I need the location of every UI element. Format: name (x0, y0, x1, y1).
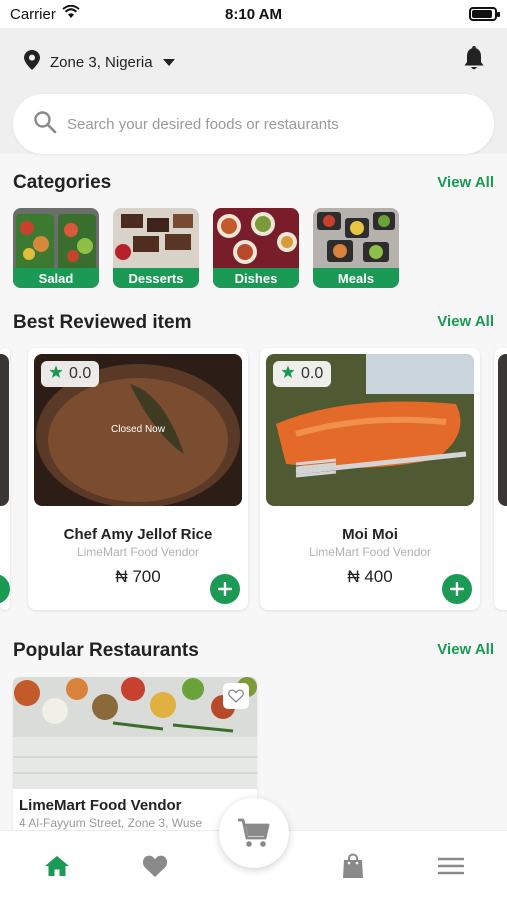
star-icon (49, 365, 63, 384)
item-vendor: LimeMart Food Vendor (76, 545, 200, 559)
plus-icon (218, 582, 232, 596)
status-left: Carrier (10, 4, 80, 23)
item-name: Chef Amy Jellof Rice (63, 526, 213, 543)
best-reviewed-title: Best Reviewed item (13, 312, 192, 333)
best-reviewed-view-all-link[interactable]: View All (437, 313, 494, 330)
cart-icon (238, 818, 270, 847)
search-bar[interactable]: Search your desired foods or restaurants (13, 94, 494, 154)
category-label: Dishes (213, 268, 299, 288)
search-icon (33, 110, 57, 139)
rating-badge: 0.0 (273, 361, 332, 387)
wifi-icon (62, 4, 80, 23)
nav-orders[interactable] (333, 851, 373, 881)
search-input[interactable]: Search your desired foods or restaurants (67, 116, 339, 133)
bag-icon (343, 853, 363, 878)
rating-value: 0.0 (69, 365, 92, 382)
restaurant-card[interactable]: LimeMart Food Vendor 4 Al-Fayyum Street,… (13, 677, 257, 837)
categories-title: Categories (13, 172, 112, 193)
plus-icon (450, 582, 464, 596)
header: Zone 3, Nigeria Search your desired food… (0, 28, 507, 154)
rating-badge: 0.0 (41, 361, 100, 387)
location-pin-icon (24, 50, 40, 74)
category-desserts[interactable]: Desserts (113, 208, 199, 288)
category-dishes[interactable]: Dishes (213, 208, 299, 288)
item-card[interactable]: 0.0 Closed Now Chef Amy Jellof Rice Lime… (28, 348, 248, 610)
nav-home[interactable] (37, 851, 77, 881)
item-card[interactable]: 0.0 Moi Moi LimeMart Food Vendor ₦ 400 (260, 348, 480, 610)
item-vendor: LimeMart Food Vendor (308, 545, 432, 559)
add-to-cart-button[interactable] (442, 574, 472, 604)
carrier-label: Carrier (10, 5, 56, 23)
categories-list: Salad Desserts Dishes Meals (13, 208, 399, 288)
item-name: Moi Moi (342, 526, 398, 543)
category-label: Salad (13, 268, 99, 288)
location-selector[interactable]: Zone 3, Nigeria (24, 50, 175, 74)
restaurant-name: LimeMart Food Vendor (19, 797, 182, 814)
item-card-partial[interactable] (494, 348, 507, 610)
favorite-button[interactable] (223, 683, 249, 709)
notification-bell-icon[interactable] (463, 46, 485, 77)
best-reviewed-carousel[interactable]: 0.0 Closed Now Chef Amy Jellof Rice Lime… (0, 348, 507, 610)
category-label: Desserts (113, 268, 199, 288)
closed-status-label: Closed Now (111, 424, 165, 435)
item-image: 0.0 Closed Now (34, 354, 242, 506)
category-salad[interactable]: Salad (13, 208, 99, 288)
star-icon (281, 365, 295, 384)
categories-view-all-link[interactable]: View All (437, 174, 494, 191)
battery-icon (469, 7, 500, 21)
popular-restaurants-title: Popular Restaurants (13, 640, 199, 661)
restaurant-image (13, 677, 257, 789)
add-to-cart-button[interactable] (210, 574, 240, 604)
item-card-partial[interactable] (0, 348, 10, 610)
heart-outline-icon (228, 689, 244, 703)
item-image: 0.0 (266, 354, 474, 506)
caret-down-icon (162, 54, 175, 71)
category-meals[interactable]: Meals (313, 208, 399, 288)
menu-icon (438, 857, 464, 875)
item-image (498, 354, 507, 506)
heart-icon (142, 855, 168, 877)
location-label: Zone 3, Nigeria (50, 53, 153, 71)
item-image (0, 354, 9, 506)
home-icon (45, 856, 69, 876)
cart-button[interactable] (219, 798, 289, 868)
popular-restaurants-view-all-link[interactable]: View All (437, 641, 494, 658)
add-to-cart-button[interactable] (0, 574, 10, 604)
nav-menu[interactable] (431, 851, 471, 881)
status-bar: Carrier 8:10 AM (0, 0, 507, 28)
nav-favorites[interactable] (135, 851, 175, 881)
category-label: Meals (313, 268, 399, 288)
restaurant-address: 4 Al-Fayyum Street, Zone 3, Wuse (19, 816, 203, 830)
rating-value: 0.0 (301, 365, 324, 382)
